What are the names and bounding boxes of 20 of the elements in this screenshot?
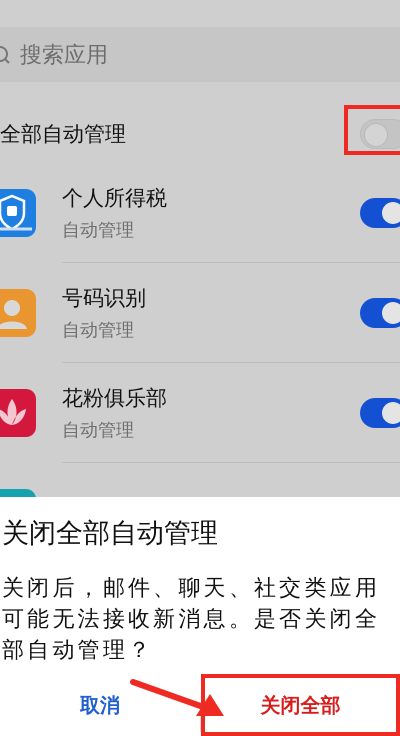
search-field[interactable]: 搜索应用 (0, 27, 400, 82)
app-name: 花粉俱乐部 (62, 385, 168, 412)
toggle-switch[interactable] (360, 119, 400, 149)
confirm-button[interactable]: 关闭全部 (200, 674, 400, 736)
search-icon (0, 44, 12, 64)
app-name: 个人所得税 (62, 185, 168, 212)
toggle-switch[interactable] (360, 198, 400, 228)
dialog-title: 关闭全部自动管理 (2, 517, 219, 551)
app-status: 自动管理 (62, 219, 135, 242)
toggle-switch[interactable] (360, 398, 400, 428)
setting-label: 全部自动管理 (0, 121, 126, 148)
search-placeholder: 搜索应用 (20, 42, 108, 70)
shield-icon (0, 189, 36, 237)
dialog-message: 关闭后，邮件、聊天、社交类应用可能无法接收新消息。是否关闭全部自动管理？ (2, 575, 381, 665)
cancel-button[interactable]: 取消 (0, 674, 200, 736)
toggle-switch[interactable] (360, 298, 400, 328)
app-name: 号码识别 (62, 285, 147, 312)
app-status: 自动管理 (62, 419, 135, 442)
app-status: 自动管理 (62, 319, 135, 342)
lotus-icon (0, 389, 36, 437)
